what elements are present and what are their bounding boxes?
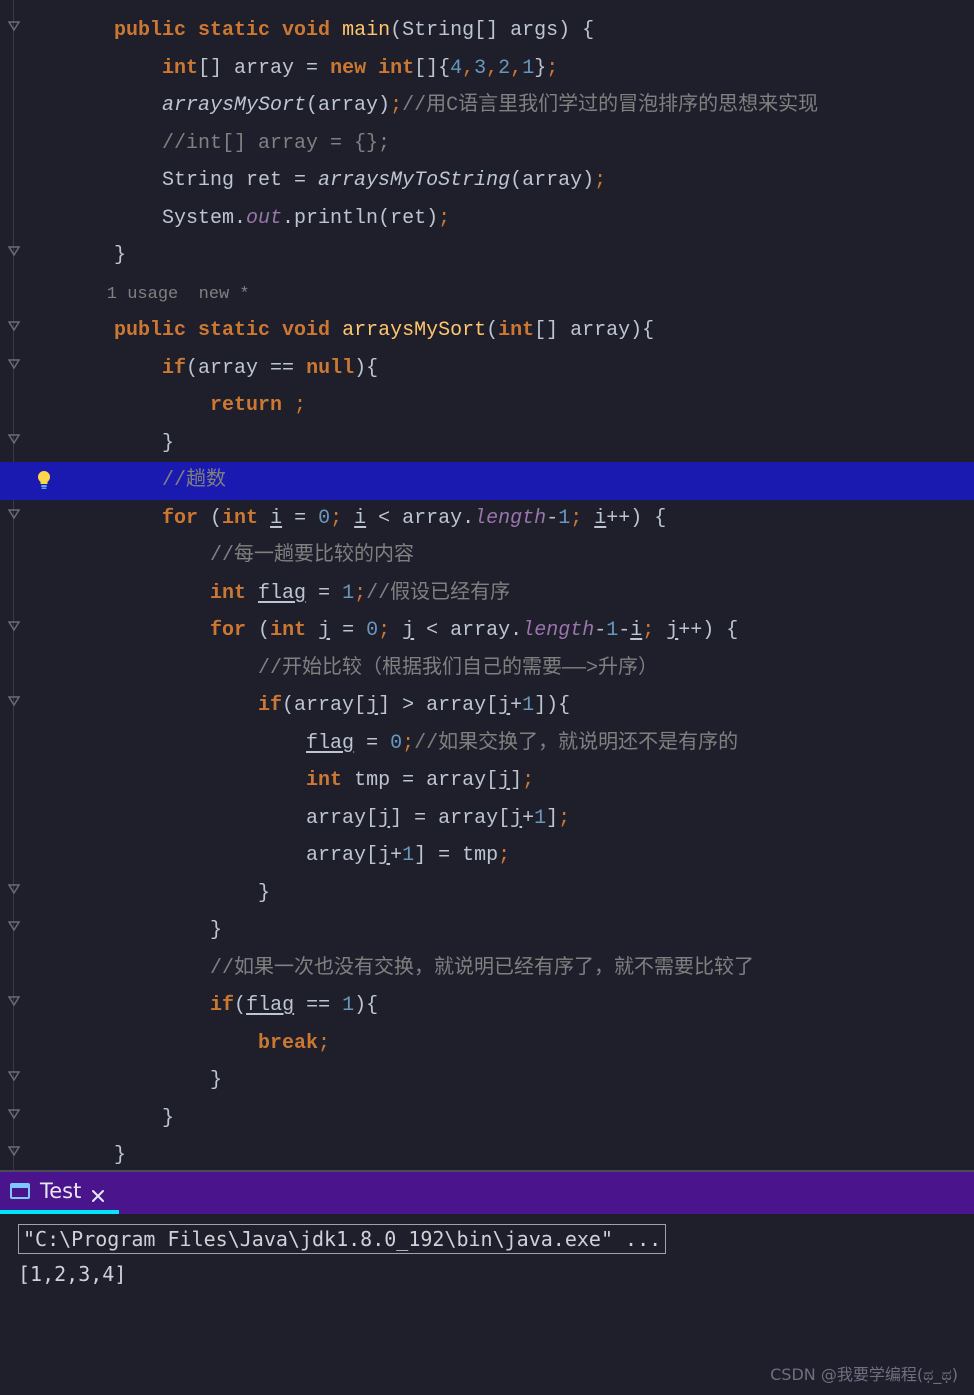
code-line[interactable]: }	[30, 425, 974, 463]
code-line[interactable]: for (int j = 0; j < array.length-1-i; j+…	[30, 612, 974, 650]
code-line[interactable]: array[j] = array[j+1];	[30, 800, 974, 838]
fold-toggle-icon[interactable]	[6, 18, 22, 34]
code-line[interactable]: }	[30, 1137, 974, 1170]
code-line[interactable]: array[j+1] = tmp;	[30, 837, 974, 875]
code-line[interactable]: if(flag == 1){	[30, 987, 974, 1025]
code-line[interactable]: if(array[j] > array[j+1]){	[30, 687, 974, 725]
fold-toggle-icon[interactable]	[6, 506, 22, 522]
watermark-text: CSDN @我要学编程(ಥ_ಥ)	[770, 1361, 958, 1385]
run-tab-bar: Test	[0, 1170, 974, 1214]
fold-toggle-icon[interactable]	[6, 243, 22, 259]
fold-toggle-icon[interactable]	[6, 693, 22, 709]
fold-toggle-icon[interactable]	[6, 618, 22, 634]
fold-toggle-icon[interactable]	[6, 431, 22, 447]
code-line[interactable]: }	[30, 875, 974, 913]
code-line[interactable]: }	[30, 1062, 974, 1100]
fold-toggle-icon[interactable]	[6, 993, 22, 1009]
code-line[interactable]: System.out.println(ret);	[30, 200, 974, 238]
run-tab-test[interactable]: Test	[0, 1172, 119, 1214]
code-line[interactable]: arraysMySort(array);//用C语言里我们学过的冒泡排序的思想来…	[30, 87, 974, 125]
code-area[interactable]: public static void main(String[] args) {…	[30, 12, 974, 1170]
run-tab-label: Test	[40, 1179, 81, 1203]
code-line[interactable]: int flag = 1;//假设已经有序	[30, 575, 974, 613]
code-line[interactable]: //如果一次也没有交换，就说明已经有序了，就不需要比较了	[30, 950, 974, 988]
code-line[interactable]: }	[30, 1100, 974, 1138]
close-icon[interactable]	[91, 1184, 105, 1198]
code-line[interactable]: public static void arraysMySort(int[] ar…	[30, 312, 974, 350]
code-line[interactable]: for (int i = 0; i < array.length-1; i++)…	[30, 500, 974, 538]
code-line[interactable]: int[] array = new int[]{4,3,2,1};	[30, 50, 974, 88]
fold-toggle-icon[interactable]	[6, 1143, 22, 1159]
code-line[interactable]: break;	[30, 1025, 974, 1063]
code-line[interactable]: 1 usage new *	[30, 275, 974, 313]
lightbulb-icon[interactable]	[33, 469, 55, 491]
fold-toggle-icon[interactable]	[6, 318, 22, 334]
fold-toggle-icon[interactable]	[6, 1106, 22, 1122]
code-line[interactable]: //int[] array = {};	[30, 125, 974, 163]
console-command: "C:\Program Files\Java\jdk1.8.0_192\bin\…	[18, 1224, 666, 1254]
console-result: [1,2,3,4]	[18, 1262, 956, 1286]
code-line[interactable]: String ret = arraysMyToString(array);	[30, 162, 974, 200]
code-line[interactable]: int tmp = array[j];	[30, 762, 974, 800]
code-line[interactable]: public static void main(String[] args) {	[30, 12, 974, 50]
code-line[interactable]: }	[30, 912, 974, 950]
fold-toggle-icon[interactable]	[6, 918, 22, 934]
run-window-icon	[10, 1181, 30, 1201]
fold-toggle-icon[interactable]	[6, 881, 22, 897]
gutter	[0, 0, 30, 1170]
code-line[interactable]: //趟数	[30, 462, 974, 500]
code-line[interactable]: flag = 0;//如果交换了，就说明还不是有序的	[30, 725, 974, 763]
code-line[interactable]: if(array == null){	[30, 350, 974, 388]
code-line[interactable]: //每一趟要比较的内容	[30, 537, 974, 575]
usage-annotation[interactable]: 1 usage new *	[66, 285, 250, 304]
fold-toggle-icon[interactable]	[6, 1068, 22, 1084]
code-line[interactable]: //开始比较（根据我们自己的需要——>升序）	[30, 650, 974, 688]
code-line[interactable]: }	[30, 237, 974, 275]
code-editor[interactable]: public static void main(String[] args) {…	[0, 0, 974, 1170]
fold-toggle-icon[interactable]	[6, 356, 22, 372]
code-line[interactable]: return ;	[30, 387, 974, 425]
